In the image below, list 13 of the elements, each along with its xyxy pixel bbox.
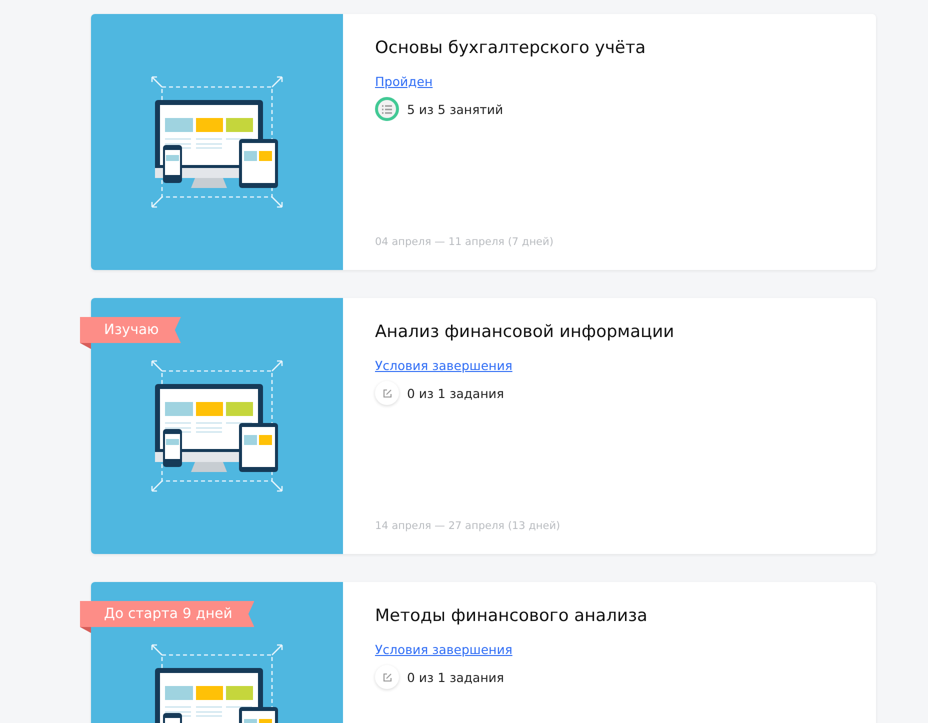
course-dates: 14 апреля — 27 апреля (13 дней) (375, 520, 562, 532)
status-link[interactable]: Условия завершения (375, 642, 512, 657)
status-ribbon: До старта 9 дней (80, 601, 254, 633)
course-dates: 04 апреля — 11 апреля (7 дней) (375, 236, 554, 248)
course-title: Основы бухгалтерского учёта (375, 38, 647, 58)
progress-text: 0 из 1 задания (407, 386, 504, 400)
progress-text: 0 из 1 задания (407, 670, 504, 684)
progress-text: 5 из 5 занятий (407, 102, 504, 116)
course-title: Методы финансового анализа (375, 606, 648, 626)
status-link[interactable]: Условия завершения (375, 358, 512, 373)
status-ribbon: Изучаю (80, 317, 181, 349)
status-link[interactable]: Пройден (375, 74, 433, 89)
course-title: Анализ финансовой информации (375, 322, 676, 342)
